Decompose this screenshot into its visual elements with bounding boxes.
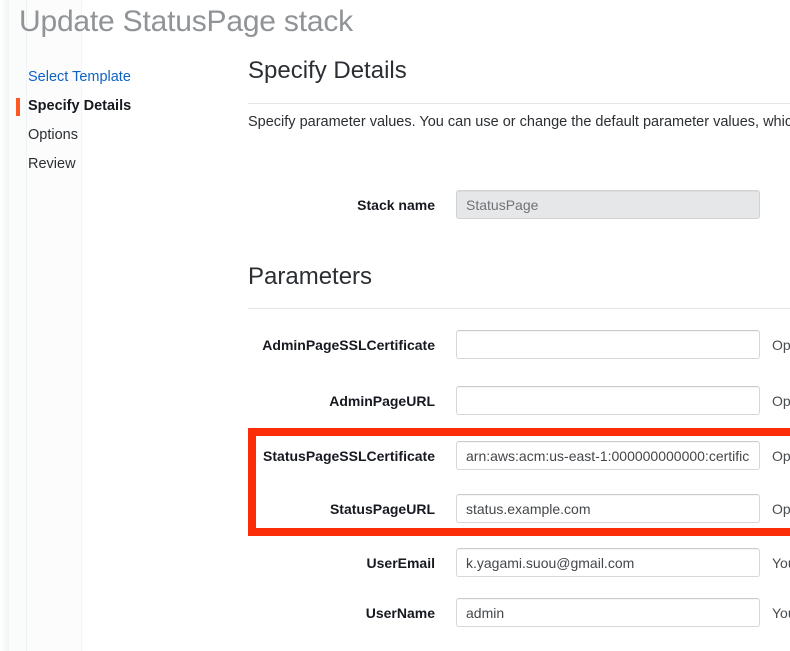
wizard-steps-nav: Select Template Specify Details Options … bbox=[0, 63, 235, 179]
parameter-input[interactable] bbox=[456, 494, 760, 523]
parameter-hint: Opt bbox=[772, 393, 790, 409]
parameter-hint: Opt bbox=[772, 448, 790, 464]
parameter-row-adminpageurl: AdminPageURL Opt bbox=[248, 386, 790, 417]
parameter-label: AdminPageSSLCertificate bbox=[262, 337, 435, 353]
wizard-step-label: Select Template bbox=[28, 69, 131, 85]
parameters-heading: Parameters bbox=[248, 263, 373, 290]
parameter-row-adminpagesslcertificate: AdminPageSSLCertificate Opt bbox=[248, 330, 790, 361]
parameter-input[interactable] bbox=[456, 598, 760, 627]
stack-name-input bbox=[456, 190, 760, 219]
wizard-step-select-template[interactable]: Select Template bbox=[0, 63, 235, 92]
wizard-step-options[interactable]: Options bbox=[0, 121, 235, 150]
parameter-label: UserEmail bbox=[366, 555, 435, 571]
parameter-label: AdminPageURL bbox=[329, 393, 435, 409]
parameter-input[interactable] bbox=[456, 330, 760, 359]
parameter-hint: You bbox=[772, 555, 790, 571]
parameter-hint: Opt bbox=[772, 337, 790, 353]
parameters-divider bbox=[248, 308, 790, 309]
parameter-row-useremail: UserEmail You bbox=[248, 548, 790, 579]
parameter-label: StatusPageSSLCertificate bbox=[263, 448, 435, 464]
parameter-label: UserName bbox=[365, 605, 435, 621]
parameter-label: StatusPageURL bbox=[329, 501, 435, 517]
parameter-input[interactable] bbox=[456, 548, 760, 577]
parameter-hint: Opt bbox=[772, 501, 790, 517]
specify-details-heading: Specify Details bbox=[248, 57, 407, 84]
parameter-row-statuspageurl: StatusPageURL Opt bbox=[248, 494, 790, 525]
wizard-step-label: Options bbox=[28, 127, 78, 143]
wizard-step-label: Review bbox=[28, 156, 76, 172]
stack-name-row: Stack name bbox=[248, 190, 790, 221]
active-step-indicator bbox=[16, 98, 20, 116]
parameter-row-username: UserName You bbox=[248, 598, 790, 629]
parameter-input[interactable] bbox=[456, 386, 760, 415]
specify-details-description: Specify parameter values. You can use or… bbox=[248, 114, 790, 130]
stack-name-label: Stack name bbox=[357, 197, 435, 213]
wizard-step-review[interactable]: Review bbox=[0, 150, 235, 179]
section-divider bbox=[248, 103, 790, 104]
parameter-input[interactable] bbox=[456, 441, 760, 470]
page-title: Update StatusPage stack bbox=[19, 5, 353, 38]
wizard-step-specify-details[interactable]: Specify Details bbox=[0, 92, 235, 121]
parameter-hint: You bbox=[772, 605, 790, 621]
parameter-row-statuspagesslcertificate: StatusPageSSLCertificate Opt bbox=[248, 441, 790, 472]
wizard-step-label: Specify Details bbox=[28, 98, 132, 114]
